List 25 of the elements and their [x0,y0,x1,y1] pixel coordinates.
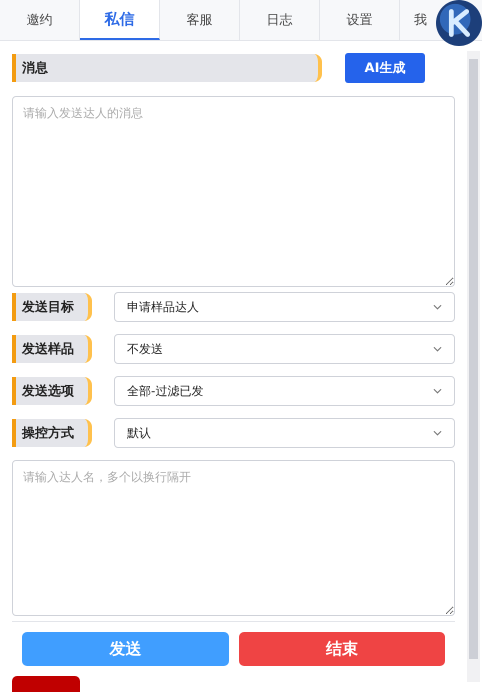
section-label: 消息 [12,54,322,82]
end-button[interactable]: 结束 [238,632,445,666]
tab[interactable]: 我 [400,0,440,40]
option-label: 操控方式 [12,419,92,448]
dropdown[interactable]: 全部-过滤已发 [114,376,455,406]
dropdown[interactable]: 默认 [114,418,455,448]
tab[interactable]: 私信 [80,0,160,40]
scrollbar[interactable] [467,51,480,682]
tab[interactable]: 设置 [320,0,400,40]
names-field[interactable]: 请输入达人名，多个以换行隔开 [12,460,455,616]
message-field[interactable]: 请输入发送达人的消息 [12,96,455,288]
option-label: 发送样品 [12,335,92,364]
chevron-down-icon [433,388,442,394]
tab-strip [12,676,80,692]
chevron-down-icon [433,304,442,310]
option-label: 发送选项 [12,377,92,406]
tab[interactable]: 客服 [160,0,240,40]
tab[interactable]: 日志 [240,0,320,40]
logo-icon [436,0,482,46]
dropdown[interactable]: 不发送 [114,334,455,364]
chevron-down-icon [433,430,442,436]
chevron-down-icon [433,346,442,352]
option-label: 发送目标 [12,293,92,322]
ai-generate-button[interactable]: AI生成 [345,53,425,83]
dropdown[interactable]: 申请样品达人 [114,292,455,322]
